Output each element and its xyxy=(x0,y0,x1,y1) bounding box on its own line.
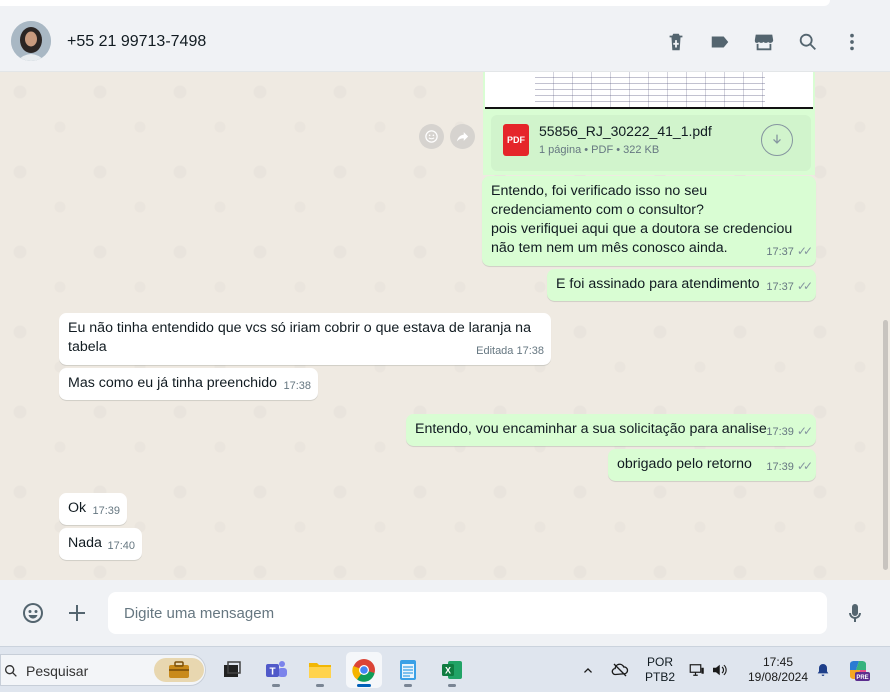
chevron-up-icon[interactable] xyxy=(580,662,596,678)
forward-icon[interactable] xyxy=(450,124,475,149)
message-text: Nada xyxy=(68,535,102,551)
label-icon[interactable] xyxy=(706,28,734,56)
message-text: pois verifiquei aqui que a doutora se cr… xyxy=(491,221,793,256)
copilot[interactable]: PRE xyxy=(846,647,870,692)
os-taskbar: Pesquisar T X POR PTB2 17:45 19/08/2024 … xyxy=(0,646,890,692)
message-side-actions xyxy=(419,124,475,149)
svg-text:X: X xyxy=(445,666,451,676)
chat-messages-area[interactable]: PDF 55856_RJ_30222_41_1.pdf 1 página • P… xyxy=(0,72,890,580)
read-ticks-icon: ✓✓ xyxy=(796,244,813,258)
network-status[interactable] xyxy=(611,647,629,692)
download-icon xyxy=(773,134,781,144)
notifications[interactable] xyxy=(815,647,831,692)
folder-icon xyxy=(309,663,331,678)
input-language[interactable]: POR PTB2 xyxy=(645,655,675,685)
store-icon[interactable] xyxy=(750,28,778,56)
delete-icon[interactable] xyxy=(662,28,690,56)
contact-avatar[interactable] xyxy=(11,21,51,61)
window-top-strip xyxy=(0,0,890,12)
message-meta: 17:37 ✓✓ xyxy=(766,277,813,297)
message-meta: 17:40 xyxy=(107,540,135,552)
pdf-file-icon: PDF xyxy=(503,124,529,156)
message-bubble-incoming[interactable]: Nada 17:40 xyxy=(59,528,142,560)
read-ticks-icon: ✓✓ xyxy=(796,279,813,293)
monitor-icon xyxy=(689,664,704,676)
message-meta: 17:39 xyxy=(92,505,120,517)
copilot-badge: PRE xyxy=(856,675,868,681)
chat-scrollbar[interactable] xyxy=(883,320,888,570)
pdf-file-info: 1 página • PDF • 322 KB xyxy=(539,144,660,156)
attach-plus-icon[interactable] xyxy=(62,598,92,628)
message-meta: 17:38 xyxy=(283,380,311,392)
copilot-icon: PRE xyxy=(850,661,870,681)
taskbar-app-explorer[interactable] xyxy=(302,652,338,688)
svg-text:T: T xyxy=(269,667,275,678)
pdf-preview-thumbnail[interactable] xyxy=(485,72,813,109)
cloud-off-icon xyxy=(611,663,629,677)
message-text: Mas como eu já tinha preenchido xyxy=(68,375,277,391)
message-input[interactable] xyxy=(108,592,827,634)
message-bubble-incoming[interactable]: Mas como eu já tinha preenchido 17:38 xyxy=(59,368,318,400)
search-icon[interactable] xyxy=(794,28,822,56)
briefcase-icon xyxy=(154,658,204,682)
chat-header[interactable]: +55 21 99713-7498 xyxy=(0,12,890,72)
taskbar-app-taskview[interactable] xyxy=(214,652,250,688)
message-text: Eu não tinha entendido que vcs só iriam … xyxy=(68,320,531,355)
message-bubble-outgoing[interactable]: E foi assinado para atendimento 17:37 ✓✓ xyxy=(547,269,816,301)
taskbar-app-excel[interactable]: X xyxy=(434,652,470,688)
message-text: Entendo, vou encaminhar a sua solicitaçã… xyxy=(415,421,767,437)
task-view-icon xyxy=(224,661,241,677)
chrome-icon xyxy=(352,659,375,682)
pdf-document-card[interactable]: PDF 55856_RJ_30222_41_1.pdf 1 página • P… xyxy=(491,115,811,171)
bell-icon xyxy=(817,664,829,676)
microphone-icon[interactable] xyxy=(840,598,870,628)
message-text: Entendo, foi verificado isso no seu cred… xyxy=(491,183,708,218)
message-text: obrigado pelo retorno xyxy=(617,456,752,472)
taskbar-app-notepad[interactable] xyxy=(390,652,426,688)
volume-icon xyxy=(713,664,727,676)
system-tray xyxy=(580,647,596,692)
taskbar-app-chrome[interactable] xyxy=(346,652,382,688)
react-emoji-icon[interactable] xyxy=(419,124,444,149)
message-meta: 17:39 ✓✓ xyxy=(766,457,813,477)
message-meta: 17:37 ✓✓ xyxy=(766,242,813,262)
message-text: E foi assinado para atendimento xyxy=(556,276,760,292)
download-button[interactable] xyxy=(761,124,793,156)
menu-icon[interactable] xyxy=(838,28,866,56)
message-bubble-incoming[interactable]: Eu não tinha entendido que vcs só iriam … xyxy=(59,313,551,365)
contact-name[interactable]: +55 21 99713-7498 xyxy=(67,33,206,51)
taskbar-app-teams[interactable]: T xyxy=(258,652,294,688)
message-meta: Editada 17:38 xyxy=(476,345,544,357)
pdf-file-name: 55856_RJ_30222_41_1.pdf xyxy=(539,123,712,139)
taskbar-search[interactable]: Pesquisar xyxy=(0,654,206,686)
read-ticks-icon: ✓✓ xyxy=(796,459,813,473)
excel-icon: X xyxy=(442,661,462,679)
message-bubble-outgoing[interactable]: obrigado pelo retorno 17:39 ✓✓ xyxy=(608,449,816,481)
message-bubble-outgoing[interactable]: Entendo, foi verificado isso no seu cred… xyxy=(482,176,816,266)
quick-settings[interactable] xyxy=(688,647,728,692)
pdf-attachment-message[interactable]: PDF 55856_RJ_30222_41_1.pdf 1 página • P… xyxy=(483,72,815,175)
teams-icon: T xyxy=(266,661,287,678)
taskbar-clock[interactable]: 17:45 19/08/2024 xyxy=(744,655,812,685)
header-actions xyxy=(646,28,866,56)
message-bubble-outgoing[interactable]: Entendo, vou encaminhar a sua solicitaçã… xyxy=(406,414,816,446)
read-ticks-icon: ✓✓ xyxy=(796,424,813,438)
notepad-icon xyxy=(400,660,416,680)
message-text: Ok xyxy=(68,500,87,516)
message-bubble-incoming[interactable]: Ok 17:39 xyxy=(59,493,127,525)
message-meta: 17:39 ✓✓ xyxy=(766,422,813,442)
message-composer xyxy=(0,580,890,646)
taskbar-search-label: Pesquisar xyxy=(26,663,89,679)
search-icon xyxy=(3,663,19,679)
emoji-icon[interactable] xyxy=(18,598,48,628)
